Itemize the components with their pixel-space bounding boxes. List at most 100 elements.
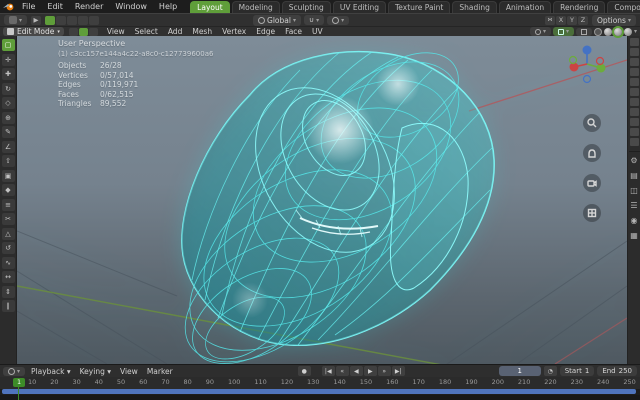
vp-menu-edge[interactable]: Edge [252,27,279,36]
tool-smooth[interactable]: ∿ [1,256,15,269]
viewport-3d[interactable]: User Perspective (1) c3cc157e144a4c22-a8… [17,36,627,364]
panel-icon[interactable] [629,128,639,136]
tool-play-toggle[interactable]: ▶ [31,15,42,25]
properties-tab-tool[interactable]: ⚙ [629,155,640,166]
face-select-button[interactable] [88,27,98,36]
active-tool-button[interactable]: ▾ [4,15,28,25]
timeline-ruler[interactable]: 10 20 30 40 50 60 70 80 90 100 110 120 130 140 150 160 1… [0,377,640,389]
pan-button[interactable] [583,144,601,162]
timeline-scrollbar[interactable] [2,389,636,394]
panel-icon[interactable] [629,98,639,106]
menu-edit[interactable]: Edit [42,1,68,12]
tool-shear[interactable]: ∥ [1,300,15,312]
tab-texture-paint[interactable]: Texture Paint [387,0,451,13]
tool-extrude[interactable]: ⇧ [1,155,15,167]
panel-icon[interactable] [629,38,639,46]
menu-file[interactable]: File [17,1,40,12]
xray-toggle[interactable] [575,27,592,36]
tl-menu-keying[interactable]: Keying ▾ [77,367,114,376]
tool-bevel[interactable]: ◆ [1,184,15,196]
jump-to-start-button[interactable]: |◀ [321,366,335,376]
menu-help[interactable]: Help [154,1,182,12]
mirror-x-button[interactable]: X [556,15,567,25]
mirror-y-button[interactable]: Y [567,15,578,25]
tab-animation[interactable]: Animation [498,0,552,13]
prev-keyframe-button[interactable]: « [335,366,349,376]
tool-measure[interactable]: ∠ [1,140,15,153]
mode-dropdown[interactable]: Edit Mode ▾ [3,27,64,36]
editor-type-dropdown[interactable]: ▾ [3,366,26,376]
tool-cursor[interactable]: ✛ [1,53,15,66]
panel-icon[interactable] [629,58,639,66]
tab-shading[interactable]: Shading [452,0,497,13]
gizmo-y-neg[interactable] [568,55,578,65]
properties-tab-render[interactable]: ▤ [629,170,640,181]
jump-to-end-button[interactable]: ▶| [391,366,405,376]
properties-tab-output[interactable]: ◫ [629,185,640,196]
tool-mode-toggle-3[interactable] [67,15,78,25]
vertex-select-button[interactable] [68,27,78,36]
playhead-line[interactable] [18,386,19,400]
tool-inset[interactable]: ▣ [1,169,15,182]
current-frame-indicator[interactable]: 1 [13,378,26,387]
vp-menu-face[interactable]: Face [281,27,306,36]
next-keyframe-button[interactable]: » [377,366,391,376]
proportional-edit-dropdown[interactable]: ▾ [327,15,350,25]
orientation-dropdown[interactable]: Global ▾ [253,14,301,26]
tool-shrink-fatten[interactable]: ⇕ [1,285,15,298]
tab-compositing[interactable]: Compositing [607,0,640,13]
properties-tab-scene[interactable]: ◉ [629,215,640,226]
tool-mode-toggle-5[interactable] [89,15,100,25]
tab-sculpting[interactable]: Sculpting [281,0,331,13]
tool-rotate[interactable]: ↻ [1,82,15,95]
camera-view-button[interactable] [583,174,601,192]
vp-menu-uv[interactable]: UV [308,27,327,36]
shading-dropdown[interactable]: ▾ [634,28,637,35]
panel-icon[interactable] [629,138,639,146]
navigation-gizmo[interactable] [565,42,609,86]
shading-solid-button[interactable] [603,27,612,36]
overlays-dropdown[interactable]: ▾ [552,27,574,36]
end-frame-field[interactable]: End 250 [597,366,637,376]
gizmo-x-neg[interactable] [595,56,605,66]
gizmo-z-neg[interactable] [582,74,592,84]
tool-mode-toggle-1[interactable] [45,15,56,25]
tool-poly-build[interactable]: △ [1,227,15,240]
tab-uv-editing[interactable]: UV Editing [332,0,386,13]
edge-select-button[interactable] [78,27,88,36]
tl-menu-playback[interactable]: Playback ▾ [28,367,74,376]
play-reverse-button[interactable]: ◀ [349,366,363,376]
vp-menu-view[interactable]: View [103,27,129,36]
tool-scale[interactable]: ◇ [1,97,15,109]
zoom-button[interactable] [583,114,601,132]
tool-annotate[interactable]: ✎ [1,126,15,138]
tl-menu-marker[interactable]: Marker [144,367,176,376]
tool-select-box[interactable]: ▢ [1,39,15,51]
tool-mode-toggle-2[interactable] [56,15,67,25]
panel-icon[interactable] [629,68,639,76]
properties-tab-world[interactable]: ▦ [629,230,640,241]
gizmo-z-axis[interactable] [582,45,592,55]
use-preview-range-button[interactable]: ◔ [543,366,557,376]
panel-icon[interactable] [629,78,639,86]
properties-tab-view-layer[interactable]: ☰ [629,200,640,211]
vp-menu-vertex[interactable]: Vertex [218,27,250,36]
current-frame-field[interactable]: 1 [498,366,541,376]
tool-knife[interactable]: ✂ [1,213,15,225]
vp-menu-select[interactable]: Select [131,27,162,36]
tool-loop-cut[interactable]: ≡ [1,198,15,211]
shading-wireframe-button[interactable] [593,27,602,36]
tab-modeling[interactable]: Modeling [231,0,280,13]
shading-material-button[interactable] [613,27,622,36]
perspective-toggle-button[interactable] [583,204,601,222]
panel-icon[interactable] [629,48,639,56]
mesh-object[interactable] [163,36,495,364]
start-frame-field[interactable]: Start 1 [559,366,595,376]
tool-mode-toggle-4[interactable] [78,15,89,25]
mirror-z-button[interactable]: Z [578,15,589,25]
gizmos-dropdown[interactable]: ▾ [529,27,551,36]
shading-rendered-button[interactable] [623,27,632,36]
tab-rendering[interactable]: Rendering [553,0,606,13]
play-button[interactable]: ▶ [363,366,377,376]
panel-icon[interactable] [629,118,639,126]
